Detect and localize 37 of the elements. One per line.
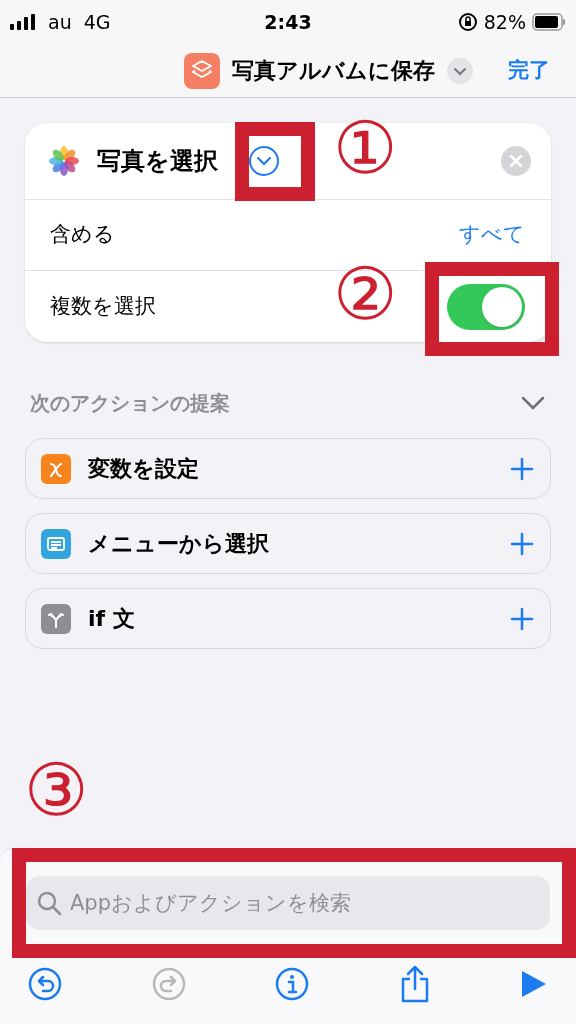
action-name: メニューから選択 — [88, 530, 270, 558]
suggestion-row[interactable]: メニューから選択 — [25, 513, 551, 574]
layers-icon — [183, 52, 220, 89]
shortcut-title: 写真アルバムに保存 — [231, 57, 435, 85]
toggle-switch[interactable] — [447, 283, 525, 330]
battery-percent: 82% — [483, 9, 526, 35]
plus-icon[interactable] — [510, 456, 534, 481]
suggestion-row[interactable]: 変数を設定 — [25, 438, 551, 499]
search-field[interactable]: Appおよびアクションを検索 — [26, 876, 550, 930]
action-name: 変数を設定 — [88, 455, 200, 483]
clock: 2:43 — [263, 9, 313, 35]
expand-chevron-icon[interactable] — [248, 145, 280, 177]
step-number: ② — [333, 258, 398, 330]
signal-icon — [10, 14, 36, 30]
network-type: 4G — [83, 9, 111, 35]
step-number: ① — [333, 112, 398, 184]
flower-icon — [47, 144, 81, 178]
parameter-label: 複数を選択 — [50, 292, 156, 320]
carrier: au — [48, 9, 72, 35]
parameter-label: 含める — [50, 221, 115, 249]
play-icon[interactable] — [520, 969, 548, 999]
step-number: ③ — [24, 754, 89, 826]
action-title: 写真を選択 — [97, 146, 218, 177]
plus-icon[interactable] — [510, 531, 534, 556]
suggestion-row[interactable]: if 文 — [25, 588, 551, 649]
section-header: 次のアクションの提案 — [30, 390, 230, 417]
search-icon — [36, 890, 62, 916]
chevron-down-icon[interactable] — [520, 395, 546, 411]
done-button[interactable]: 完了 — [508, 54, 550, 87]
plus-icon[interactable] — [510, 606, 534, 631]
parameter-value[interactable]: すべて — [459, 219, 525, 251]
rotation-lock-icon — [457, 12, 478, 32]
action-name: if 文 — [88, 605, 136, 633]
chevron-down-icon[interactable] — [446, 57, 473, 84]
battery-icon — [532, 13, 566, 31]
undo-icon[interactable] — [28, 967, 62, 1001]
info-icon[interactable] — [275, 967, 309, 1001]
